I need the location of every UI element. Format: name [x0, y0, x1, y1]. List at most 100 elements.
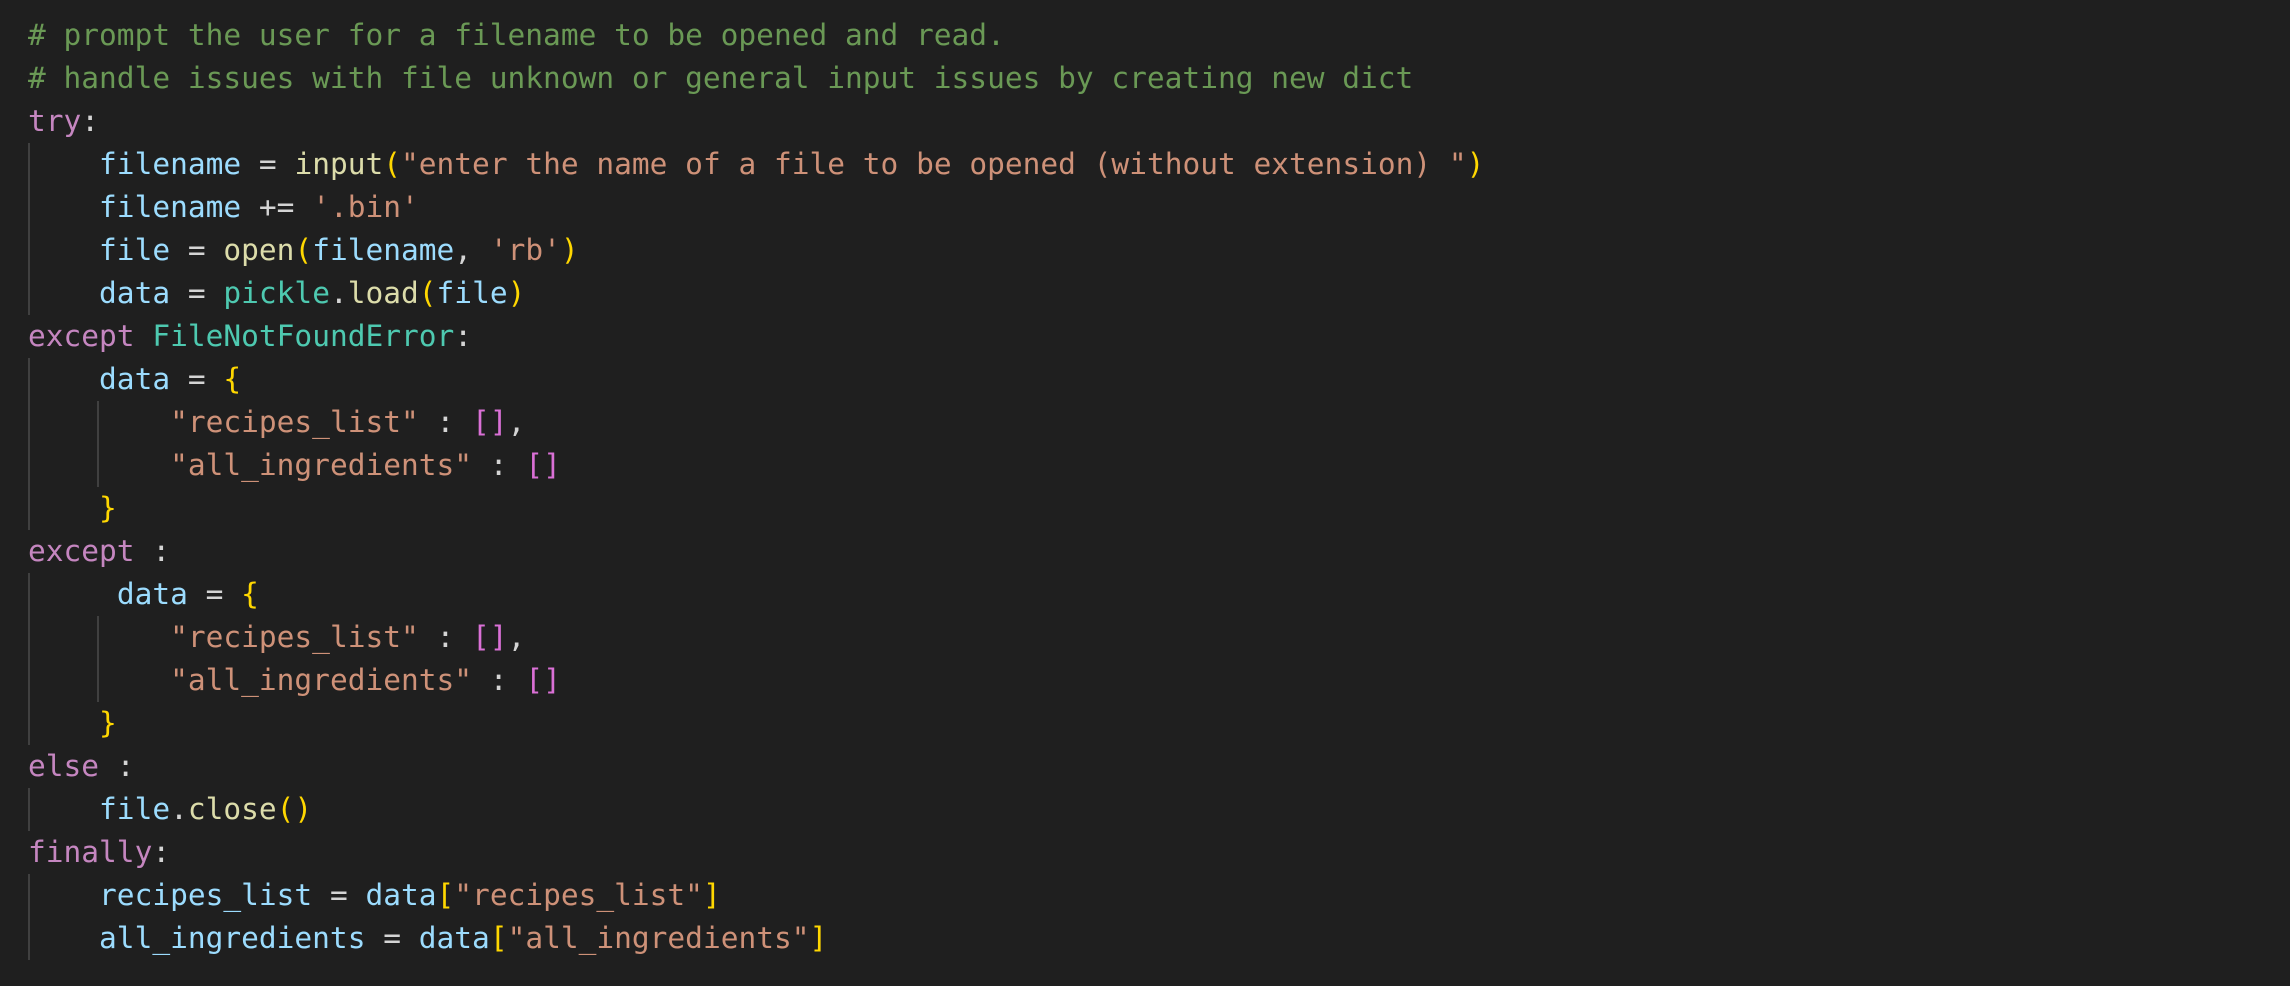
- code-token: :: [418, 405, 473, 439]
- code-line[interactable]: except FileNotFoundError:: [0, 315, 2290, 358]
- code-line[interactable]: finally:: [0, 831, 2290, 874]
- code-token: open: [223, 233, 295, 267]
- code-token: filename: [99, 190, 242, 224]
- code-line[interactable]: data = {: [0, 358, 2290, 401]
- code-token: "recipes_list": [454, 878, 703, 912]
- code-token: (: [294, 233, 313, 267]
- code-token: "recipes_list": [170, 405, 419, 439]
- code-line[interactable]: except :: [0, 530, 2290, 573]
- code-token: data: [418, 921, 490, 955]
- code-token: input: [294, 147, 384, 181]
- code-token: :: [152, 835, 171, 869]
- code-token: try: [28, 104, 82, 138]
- code-token: "all_ingredients": [170, 448, 473, 482]
- code-token: file: [99, 792, 171, 826]
- code-line[interactable]: file.close(): [0, 788, 2290, 831]
- code-token: ]: [702, 878, 721, 912]
- code-line[interactable]: data = {: [0, 573, 2290, 616]
- code-token: data: [116, 577, 188, 611]
- code-token: ): [560, 233, 579, 267]
- code-line[interactable]: filename = input("enter the name of a fi…: [0, 143, 2290, 186]
- code-line-text: file = open(filename, 'rb'): [28, 229, 579, 272]
- code-line[interactable]: # handle issues with file unknown or gen…: [0, 57, 2290, 100]
- code-token: }: [99, 491, 117, 525]
- code-token: []: [472, 405, 508, 439]
- code-line-text: data = {: [28, 573, 259, 616]
- code-token: :: [454, 319, 473, 353]
- code-line-text: }: [28, 487, 117, 530]
- code-line-text: "all_ingredients" : []: [28, 659, 561, 702]
- code-token: [: [489, 921, 508, 955]
- code-lines-container[interactable]: # prompt the user for a filename to be o…: [0, 14, 2290, 960]
- code-token: (): [276, 792, 313, 826]
- code-line-text: recipes_list = data["recipes_list"]: [28, 874, 721, 917]
- code-line-text: except :: [28, 530, 170, 573]
- code-line-text: "recipes_list" : [],: [28, 401, 525, 444]
- code-token: pickle: [223, 276, 330, 310]
- code-editor[interactable]: # prompt the user for a filename to be o…: [0, 0, 2290, 986]
- code-token: except: [28, 534, 135, 568]
- code-token: FileNotFoundError: [152, 319, 455, 353]
- code-token: =: [312, 878, 366, 912]
- code-token: 'rb': [489, 233, 561, 267]
- code-line-text: except FileNotFoundError:: [28, 315, 472, 358]
- code-line[interactable]: "all_ingredients" : []: [0, 659, 2290, 702]
- code-token: all_ingredients: [99, 921, 366, 955]
- code-token: data: [99, 362, 171, 396]
- code-token: '.bin': [312, 190, 419, 224]
- code-token: []: [525, 448, 561, 482]
- code-token: =: [170, 276, 224, 310]
- code-token: data: [99, 276, 171, 310]
- code-line[interactable]: # prompt the user for a filename to be o…: [0, 14, 2290, 57]
- code-token: =: [187, 577, 242, 611]
- code-token: =: [170, 362, 224, 396]
- code-token: ): [1466, 147, 1485, 181]
- code-line[interactable]: "all_ingredients" : []: [0, 444, 2290, 487]
- code-line[interactable]: filename += '.bin': [0, 186, 2290, 229]
- code-token: :: [472, 448, 526, 482]
- code-token: :: [472, 663, 526, 697]
- code-line[interactable]: file = open(filename, 'rb'): [0, 229, 2290, 272]
- code-token: :: [418, 620, 473, 654]
- code-token: []: [472, 620, 508, 654]
- code-token: =: [170, 233, 224, 267]
- code-token: []: [525, 663, 561, 697]
- code-token: ,: [507, 405, 526, 439]
- code-line-text: try:: [28, 100, 99, 143]
- code-line-text: data = pickle.load(file): [28, 272, 525, 315]
- code-line-text: filename = input("enter the name of a fi…: [28, 143, 1484, 186]
- code-line-text: "all_ingredients" : []: [28, 444, 561, 487]
- code-token: filename: [99, 147, 242, 181]
- code-line-text: # handle issues with file unknown or gen…: [28, 57, 1413, 100]
- code-line[interactable]: recipes_list = data["recipes_list"]: [0, 874, 2290, 917]
- code-line-text: finally:: [28, 831, 170, 874]
- code-line-text: }: [28, 702, 117, 745]
- code-token: file: [436, 276, 508, 310]
- code-token: .: [329, 276, 348, 310]
- code-token: else: [28, 749, 100, 783]
- code-line[interactable]: all_ingredients = data["all_ingredients"…: [0, 917, 2290, 960]
- code-line[interactable]: data = pickle.load(file): [0, 272, 2290, 315]
- code-line[interactable]: try:: [0, 100, 2290, 143]
- code-token: (: [418, 276, 437, 310]
- code-token: load: [347, 276, 419, 310]
- code-line[interactable]: }: [0, 487, 2290, 530]
- code-line-text: else :: [28, 745, 135, 788]
- code-token: ,: [507, 620, 526, 654]
- code-line[interactable]: "recipes_list" : [],: [0, 616, 2290, 659]
- code-token: :: [99, 749, 135, 783]
- code-token: data: [365, 878, 437, 912]
- code-line[interactable]: }: [0, 702, 2290, 745]
- code-line[interactable]: else :: [0, 745, 2290, 788]
- code-line[interactable]: "recipes_list" : [],: [0, 401, 2290, 444]
